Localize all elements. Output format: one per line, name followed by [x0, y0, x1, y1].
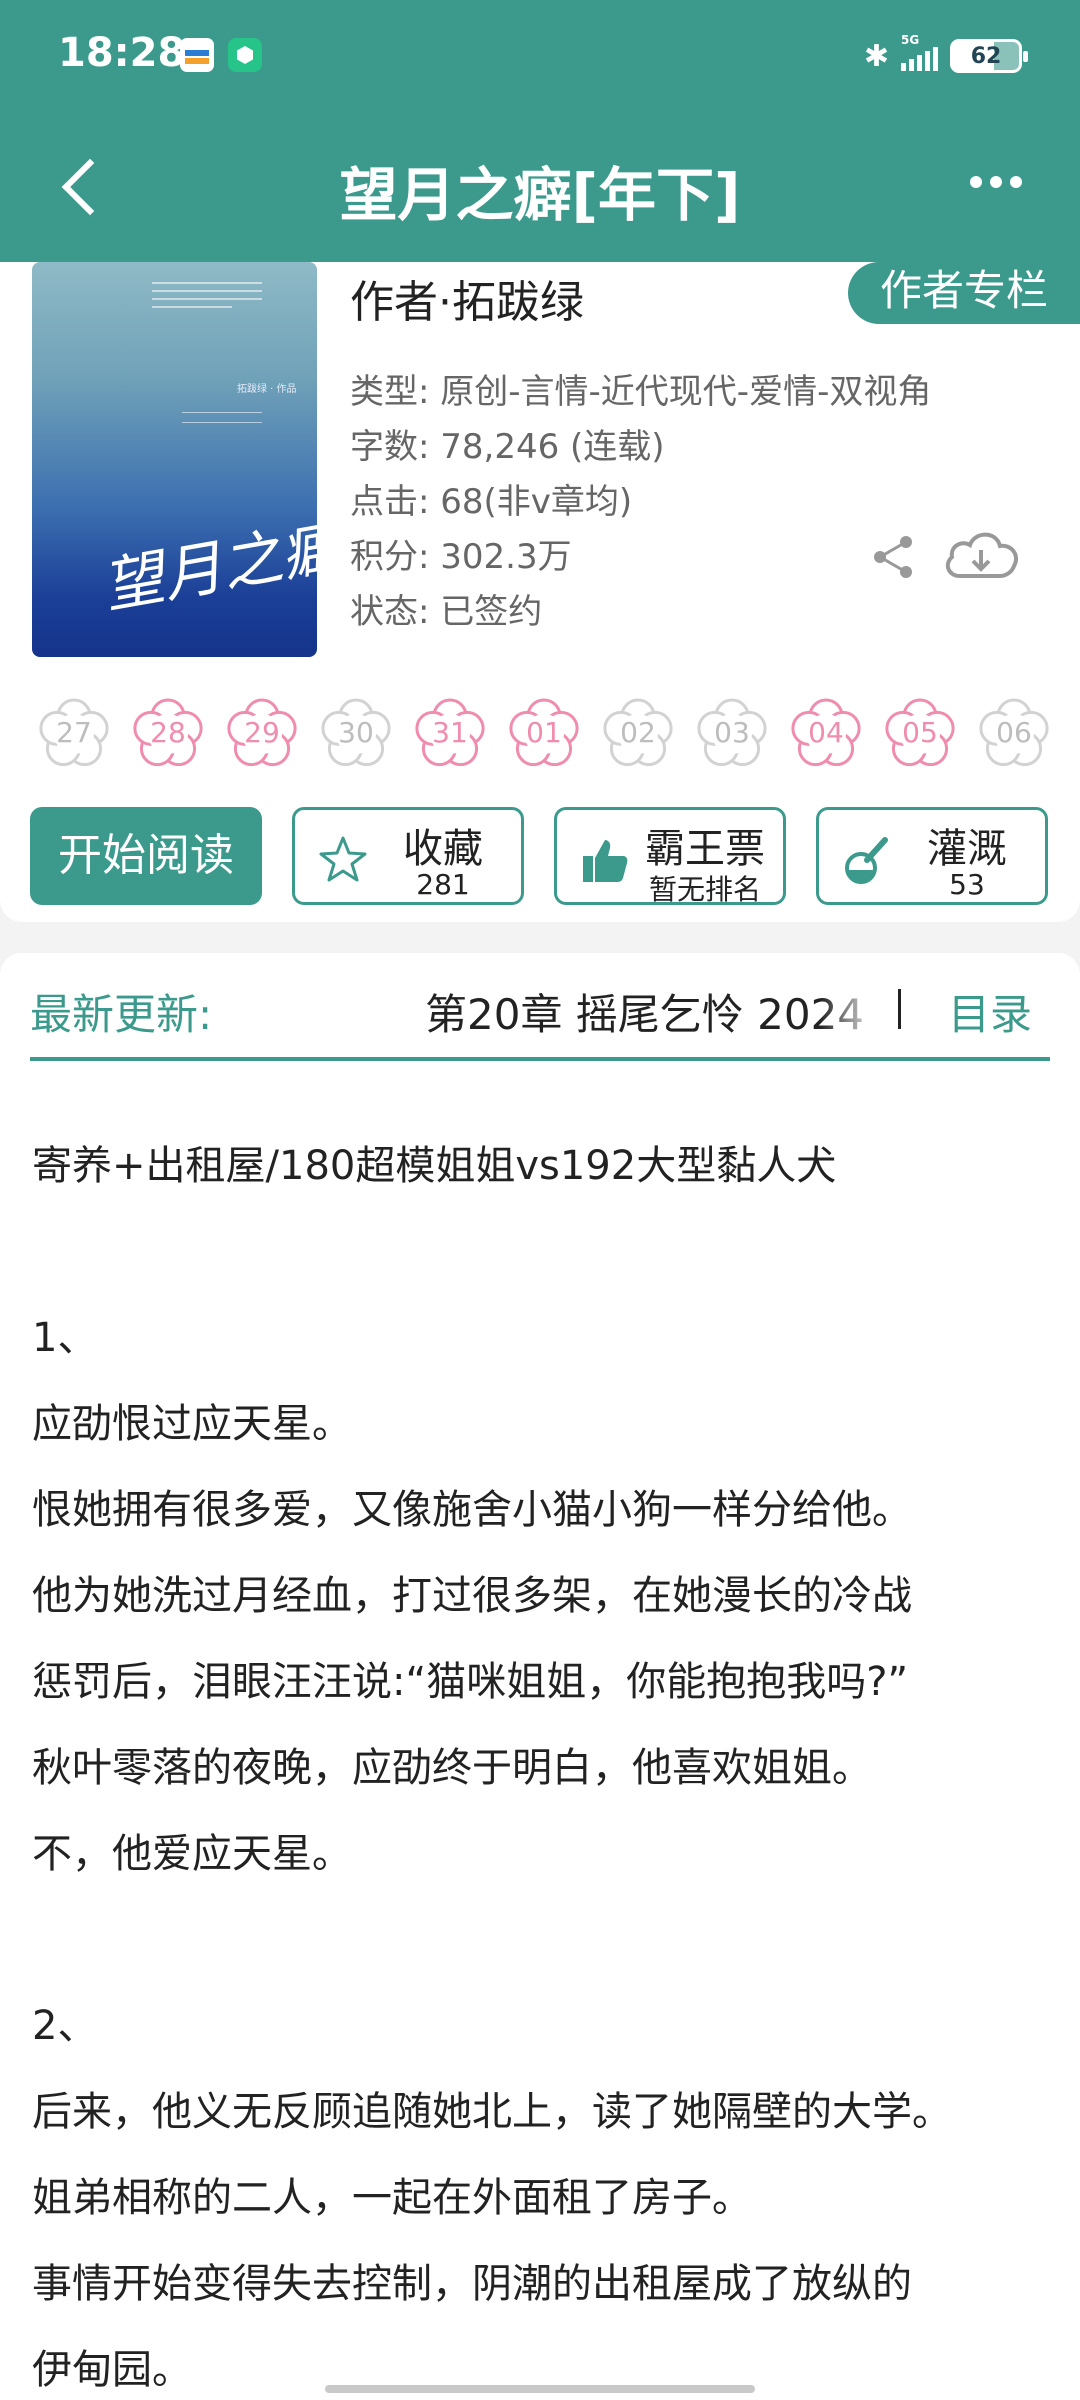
flower-day-label: 29 [244, 716, 280, 749]
flower-day-label: 31 [432, 716, 468, 749]
flower-day-label: 06 [996, 716, 1032, 749]
daily-flowers: 27 28 29 30 31 01 02 03 04 05 06 [36, 694, 1080, 799]
intro-blank-line [32, 1897, 1048, 1983]
meta-clicks: 点击: 68(非v章均) [350, 482, 633, 522]
intro-blank-line [32, 1209, 1048, 1295]
more-options-button[interactable] [970, 176, 1022, 188]
intro-line: 惩罚后，泪眼汪汪说:“猫咪姐姐，你能抱抱我吗?” [32, 1659, 909, 1705]
flower-day-label: 03 [714, 716, 750, 749]
flower-day[interactable]: 31 [412, 694, 488, 770]
status-bar: 18:28 ✱ 5G 62 [0, 0, 1080, 115]
shield-app-icon [228, 38, 262, 72]
latest-chapter-link[interactable]: 第20章 摇尾乞怜 2024 [425, 981, 880, 1042]
intro-line: 恨她拥有很多爱，又像施舍小猫小狗一样分给他。 [32, 1487, 912, 1533]
marquee-divider [898, 989, 901, 1029]
intro-line: 不，他爱应天星。 [32, 1831, 352, 1877]
nutrient-bottle-icon [845, 837, 888, 884]
water-button[interactable]: 灌溉 53 [816, 807, 1048, 905]
flower-day[interactable]: 01 [506, 694, 582, 770]
book-introduction: 寄养+出租屋/180超模姐姐vs192大型黏人犬 1、应劭恨过应天星。恨她拥有很多… [0, 1093, 1080, 2400]
app-notification-icon [180, 38, 214, 72]
meta-status: 状态: 已签约 [350, 592, 543, 632]
thumbs-up-icon [583, 840, 628, 882]
signal-icon: 5G [901, 33, 938, 71]
start-reading-button[interactable]: 开始阅读 [30, 807, 262, 905]
flower-day-label: 28 [150, 716, 186, 749]
intro-line: 他为她洗过月经血，打过很多架，在她漫长的冷战 [32, 1573, 912, 1619]
home-indicator[interactable] [325, 2385, 755, 2393]
table-of-contents-button[interactable]: 目录 [948, 981, 1032, 1042]
author-column-button[interactable]: 作者专栏 [848, 262, 1080, 324]
network-type: 5G [901, 33, 920, 47]
star-icon [319, 836, 367, 882]
flower-day-label: 01 [526, 716, 562, 749]
flower-day-label: 30 [338, 716, 374, 749]
intro-line: 事情开始变得失去控制，阴潮的出租屋成了放纵的 [32, 2261, 912, 2307]
status-right: ✱ 5G 62 [863, 33, 1028, 76]
book-meta: 类型: 原创-言情-近代现代-爱情-双视角 字数: 78,246 (连载) 点击… [350, 365, 931, 640]
flower-day[interactable]: 06 [976, 694, 1052, 770]
cover-title-art: 望月之癖 [107, 509, 317, 623]
intro-line: 姐弟相称的二人，一起在外面租了房子。 [32, 2175, 752, 2221]
latest-update-card: 最新更新: 第20章 摇尾乞怜 2024 目录 [0, 953, 1080, 1093]
intro-line: 应劭恨过应天星。 [32, 1401, 352, 1447]
download-cloud-icon[interactable] [940, 524, 1022, 586]
cover-author-text: 拓跋绿 · 作品 [237, 384, 297, 395]
flower-day[interactable]: 02 [600, 694, 676, 770]
action-row: 开始阅读 收藏 281 霸王票 暂无排名 灌溉 53 [30, 807, 1050, 906]
overlord-ticket-button[interactable]: 霸王票 暂无排名 [554, 807, 786, 906]
flower-day[interactable]: 04 [788, 694, 864, 770]
overlord-ticket-rank: 暂无排名 [648, 873, 761, 906]
meta-score: 积分: 302.3万 [350, 537, 572, 577]
flower-day-label: 04 [808, 716, 844, 749]
intro-line: 后来，他义无反顾追随她北上，读了她隔壁的大学。 [32, 2089, 952, 2135]
water-count: 53 [949, 868, 985, 901]
flower-day[interactable]: 29 [224, 694, 300, 770]
status-time: 18:28 [58, 30, 186, 76]
flower-day-label: 05 [902, 716, 938, 749]
intro-line: 1、 [32, 1315, 98, 1361]
intro-line: 秋叶零落的夜晚，应劭终于明白，他喜欢姐姐。 [32, 1745, 872, 1791]
author-label: 作者· [350, 277, 452, 328]
meta-type: 类型: 原创-言情-近代现代-爱情-双视角 [350, 372, 932, 412]
collect-count: 281 [416, 868, 470, 901]
collect-label: 收藏 [403, 826, 483, 872]
flower-day-label: 02 [620, 716, 656, 749]
bluetooth-icon: ✱ [863, 38, 889, 74]
intro-line: 寄养+出租屋/180超模姐姐vs192大型黏人犬 [32, 1143, 837, 1189]
overlord-ticket-label: 霸王票 [645, 826, 765, 872]
flower-day[interactable]: 30 [318, 694, 394, 770]
page-title: 望月之癖[年下] [339, 161, 741, 229]
author-line[interactable]: 作者·拓跋绿 [350, 266, 584, 330]
book-cover[interactable]: 拓跋绿 · 作品 望月之癖 [32, 262, 317, 657]
water-label: 灌溉 [927, 826, 1007, 872]
intro-line: 2、 [32, 2003, 98, 2049]
battery-icon: 62 [950, 39, 1028, 73]
nav-bar: 望月之癖[年下] [0, 120, 1080, 250]
author-name: 拓跋绿 [452, 277, 584, 328]
flower-day[interactable]: 05 [882, 694, 958, 770]
flower-day-label: 27 [56, 716, 92, 749]
flower-day[interactable]: 03 [694, 694, 770, 770]
meta-word-count: 字数: 78,246 (连载) [350, 427, 665, 467]
flower-day[interactable]: 28 [130, 694, 206, 770]
book-info-card: 拓跋绿 · 作品 望月之癖 作者·拓跋绿 作者专栏 类型: 原创-言情-近代现代… [0, 262, 1080, 922]
share-icon[interactable] [868, 532, 918, 582]
top-bar: 18:28 ✱ 5G 62 望月之癖[年下] [0, 0, 1080, 262]
flower-day[interactable]: 27 [36, 694, 112, 770]
latest-update-label: 最新更新: [30, 990, 213, 1039]
collect-button[interactable]: 收藏 281 [292, 807, 524, 905]
update-underline [30, 1057, 1050, 1061]
